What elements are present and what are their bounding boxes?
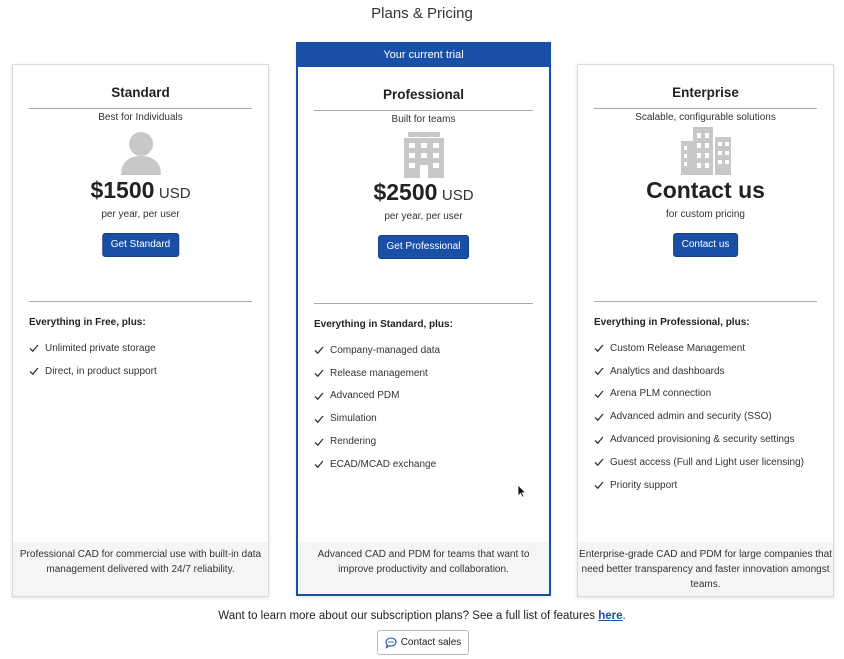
plan-description: Enterprise-grade CAD and PDM for large c… xyxy=(578,542,833,596)
feature-label: Unlimited private storage xyxy=(45,342,156,354)
plan-card-professional: Your current trial Professional Built fo… xyxy=(296,42,551,596)
check-icon xyxy=(314,438,324,446)
plan-tagline: Best for Individuals xyxy=(98,112,183,123)
feature-label: Direct, in product support xyxy=(45,365,157,377)
feature-item: Company-managed data xyxy=(314,339,533,362)
feature-item: Release management xyxy=(314,362,533,385)
feature-list: Company-managed data Release management … xyxy=(314,339,533,476)
feature-item: Advanced PDM xyxy=(314,385,533,408)
plan-name: Professional xyxy=(382,87,465,102)
features-heading: Everything in Free, plus: xyxy=(29,317,146,328)
feature-item: Arena PLM connection xyxy=(594,383,817,406)
person-icon xyxy=(120,132,161,175)
plan-name: Standard xyxy=(111,85,170,100)
contact-sales-label: Contact sales xyxy=(400,637,462,648)
feature-list: Unlimited private storage Direct, in pro… xyxy=(29,337,252,383)
feature-label: Custom Release Management xyxy=(610,342,746,354)
plan-tagline: Built for teams xyxy=(391,114,456,125)
feature-label: Analytics and dashboards xyxy=(610,365,725,377)
divider xyxy=(29,108,252,109)
mouse-cursor-icon xyxy=(517,484,527,498)
divider xyxy=(29,301,252,302)
features-info-text: Want to learn more about our subscriptio… xyxy=(0,610,844,622)
feature-list: Custom Release Management Analytics and … xyxy=(594,337,817,497)
feature-label: Advanced PDM xyxy=(330,390,400,402)
plan-description: Professional CAD for commercial use with… xyxy=(13,542,268,596)
get-standard-button[interactable]: Get Standard xyxy=(101,233,180,257)
plan-price: Contact us xyxy=(594,177,817,204)
contact-us-button[interactable]: Contact us xyxy=(672,233,739,257)
city-icon xyxy=(680,127,731,175)
feature-label: Release management xyxy=(330,367,428,379)
building-icon xyxy=(403,132,444,178)
feature-item: Rendering xyxy=(314,430,533,453)
plan-name: Enterprise xyxy=(672,85,739,100)
check-icon xyxy=(594,344,604,353)
divider xyxy=(594,301,817,302)
feature-item: Guest access (Full and Light user licens… xyxy=(594,451,817,474)
feature-item: Analytics and dashboards xyxy=(594,360,817,383)
plan-price: $1500 USD xyxy=(29,177,252,204)
price-currency: USD xyxy=(441,187,474,204)
plan-description: Advanced CAD and PDM for teams that want… xyxy=(298,542,549,594)
feature-item: Advanced admin and security (SSO) xyxy=(594,405,817,428)
price-period: per year, per user xyxy=(101,209,180,220)
feature-label: Arena PLM connection xyxy=(610,388,712,400)
price-amount: $1500 xyxy=(90,177,155,203)
price-period: for custom pricing xyxy=(666,209,745,220)
price-amount: $2500 xyxy=(373,179,438,205)
check-icon xyxy=(594,413,604,421)
features-heading: Everything in Professional, plus: xyxy=(594,317,750,328)
feature-item: Simulation xyxy=(314,407,533,430)
feature-label: Priority support xyxy=(610,479,678,491)
plan-card-standard: Standard Best for Individuals $1500 USD … xyxy=(12,64,269,597)
feature-item: Unlimited private storage xyxy=(29,337,252,360)
check-icon xyxy=(314,392,324,401)
contact-sales-button[interactable]: Contact sales xyxy=(377,630,469,655)
features-info-label: Want to learn more about our subscriptio… xyxy=(218,610,596,622)
features-info-period: . xyxy=(622,610,626,622)
check-icon xyxy=(29,344,39,353)
plan-tagline: Scalable, configurable solutions xyxy=(635,112,776,123)
plan-price: $2500 USD xyxy=(314,179,533,206)
plan-card-enterprise: Enterprise Scalable, configurable soluti… xyxy=(577,64,834,597)
chat-bubble-icon xyxy=(385,636,397,649)
price-amount: Contact us xyxy=(646,177,765,203)
check-icon xyxy=(594,367,604,376)
get-professional-button[interactable]: Get Professional xyxy=(377,235,470,259)
feature-label: ECAD/MCAD exchange xyxy=(330,458,437,470)
divider xyxy=(594,108,817,109)
features-link[interactable]: here xyxy=(598,610,622,622)
check-icon xyxy=(594,481,604,490)
price-currency: USD xyxy=(158,185,191,202)
current-trial-banner: Your current trial xyxy=(298,44,549,67)
divider xyxy=(314,110,533,111)
check-icon xyxy=(314,346,324,355)
check-icon xyxy=(29,367,39,376)
check-icon xyxy=(314,415,324,423)
feature-item: ECAD/MCAD exchange xyxy=(314,453,533,476)
feature-label: Rendering xyxy=(330,436,377,448)
feature-label: Advanced admin and security (SSO) xyxy=(610,411,772,423)
feature-label: Guest access (Full and Light user licens… xyxy=(610,456,804,468)
feature-item: Direct, in product support xyxy=(29,360,252,383)
feature-item: Custom Release Management xyxy=(594,337,817,360)
check-icon xyxy=(594,436,604,444)
feature-item: Priority support xyxy=(594,474,817,497)
divider xyxy=(314,303,533,304)
check-icon xyxy=(314,460,324,469)
check-icon xyxy=(594,458,604,467)
check-icon xyxy=(314,369,324,378)
page-title: Plans & Pricing xyxy=(371,5,473,22)
features-heading: Everything in Standard, plus: xyxy=(314,319,453,330)
feature-label: Simulation xyxy=(330,413,377,425)
feature-item: Advanced provisioning & security setting… xyxy=(594,428,817,451)
price-period: per year, per user xyxy=(384,211,463,222)
feature-label: Advanced provisioning & security setting… xyxy=(610,434,795,446)
check-icon xyxy=(594,390,604,399)
feature-label: Company-managed data xyxy=(330,344,441,356)
